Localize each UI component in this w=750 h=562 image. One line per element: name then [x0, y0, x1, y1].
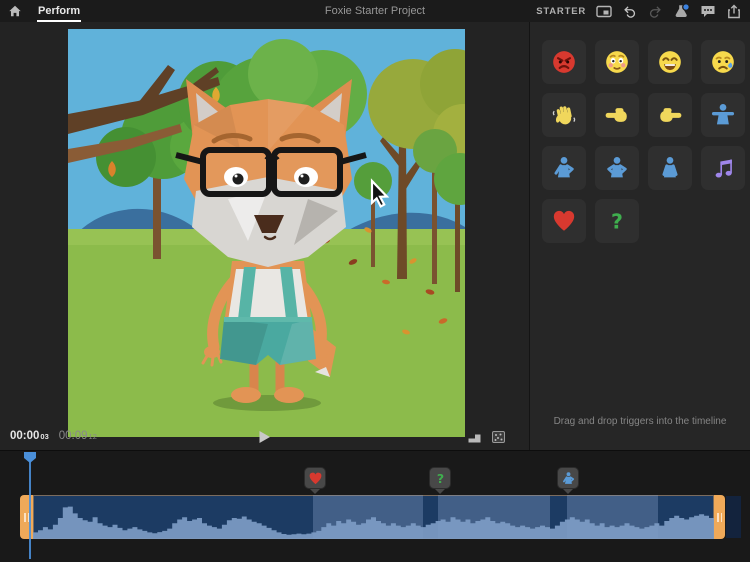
point-right-trigger[interactable] [648, 93, 692, 137]
play-icon [258, 430, 271, 444]
question-trigger[interactable]: ? [595, 199, 639, 243]
redo-button[interactable] [647, 3, 664, 20]
sad-face-trigger[interactable] [701, 40, 745, 84]
point-left-trigger[interactable] [595, 93, 639, 137]
clip-trim-handle-left[interactable] [20, 495, 33, 539]
total-frames: 12 [89, 432, 97, 441]
share-icon [727, 4, 741, 19]
wave-hand-trigger[interactable] [542, 93, 586, 137]
triggers-panel: ? Drag and drop triggers into the timeli… [529, 22, 750, 450]
glasses [176, 150, 366, 194]
heart-trigger[interactable] [542, 199, 586, 243]
transport-bar: 00:0003 00:0912 [0, 424, 529, 450]
app-window: Perform Foxie Starter Project STARTER [0, 0, 750, 562]
current-time: 00:00 [10, 430, 39, 442]
pose-arms-out-trigger[interactable] [701, 93, 745, 137]
undo-button[interactable] [621, 3, 638, 20]
svg-text:?: ? [611, 210, 623, 234]
puppet-icon [673, 3, 690, 19]
pose-hands-hips-trigger[interactable] [595, 146, 639, 190]
clip-trim-handle-right[interactable] [714, 495, 725, 539]
pose-arms-down-trigger[interactable] [648, 146, 692, 190]
angry-face-trigger[interactable] [542, 40, 586, 84]
trigger-grid: ? [542, 40, 745, 243]
stage-panel: 00:0003 00:0912 [0, 22, 529, 450]
stage-canvas[interactable] [68, 29, 465, 437]
total-time: 00:09 [59, 430, 88, 442]
tab-perform[interactable]: Perform [30, 0, 88, 22]
home-icon [8, 4, 22, 18]
audio-clip[interactable] [33, 495, 714, 539]
grain-button[interactable] [490, 429, 507, 445]
timeline-track [0, 495, 750, 539]
playhead-line [29, 453, 31, 559]
triggers-hint: Drag and drop triggers into the timeline [530, 416, 750, 427]
play-button[interactable] [253, 427, 275, 447]
svg-text:?: ? [436, 471, 443, 486]
home-button[interactable] [0, 0, 30, 22]
plan-badge: STARTER [536, 6, 586, 17]
share-button[interactable] [725, 3, 742, 20]
starter-mode-button[interactable] [595, 3, 612, 20]
trimmed-clip-remainder [726, 496, 741, 538]
laughing-face-trigger[interactable] [648, 40, 692, 84]
question-marker[interactable]: ? [429, 467, 451, 489]
top-bar: Perform Foxie Starter Project STARTER [0, 0, 750, 23]
current-frames: 03 [40, 432, 48, 441]
comments-button[interactable] [699, 3, 716, 20]
steps-button[interactable] [466, 429, 483, 445]
pose-hand-hip-trigger[interactable] [542, 146, 586, 190]
redo-icon [648, 4, 663, 18]
tab-perform-label: Perform [38, 5, 80, 17]
heart-marker[interactable] [304, 467, 326, 489]
timeline-panel: ? [0, 450, 750, 562]
comments-icon [700, 4, 716, 18]
person-marker[interactable] [557, 467, 579, 489]
steps-icon [467, 431, 482, 444]
undo-icon [622, 4, 637, 18]
flushed-face-trigger[interactable] [595, 40, 639, 84]
playhead-handle[interactable] [24, 452, 36, 463]
starter-badge-icon [596, 5, 612, 18]
grain-icon [491, 430, 506, 444]
puppet-button[interactable] [673, 3, 690, 20]
music-trigger[interactable] [701, 146, 745, 190]
audio-waveform [33, 495, 714, 539]
